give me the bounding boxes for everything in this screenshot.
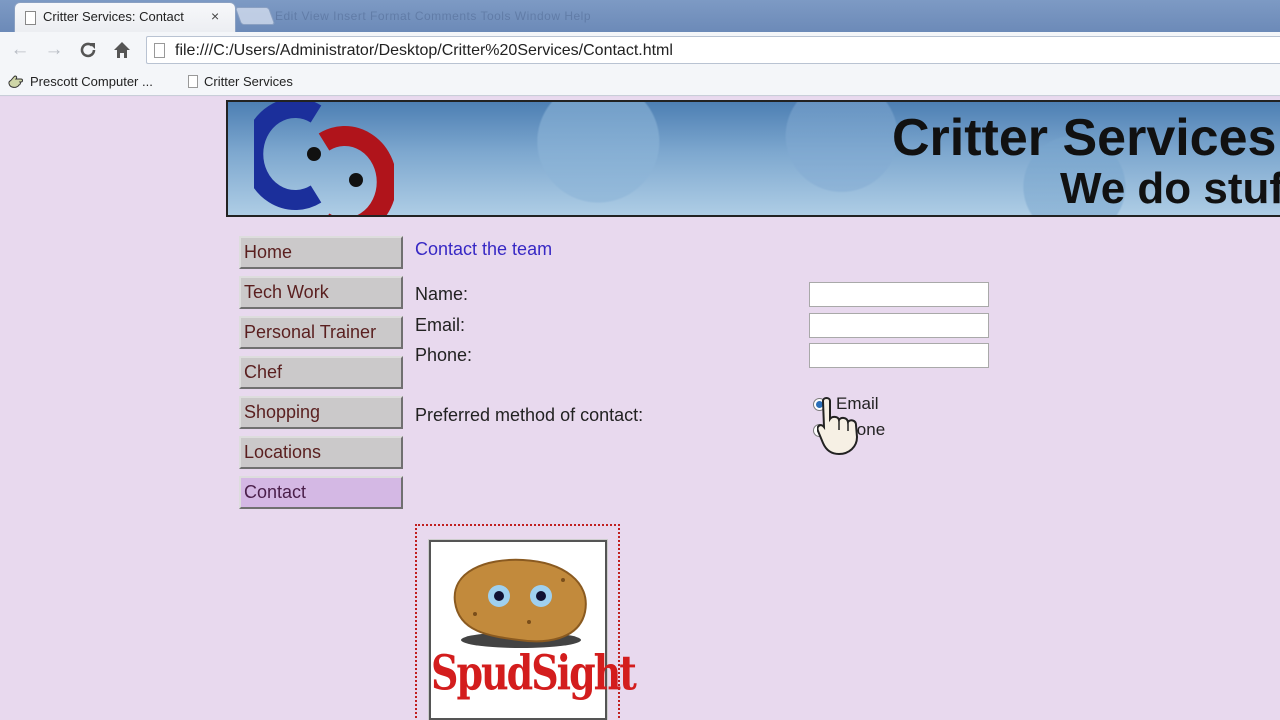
page-content: Critter Services We do stuff Home Tech W…: [0, 97, 1280, 720]
nav-tech-work[interactable]: Tech Work: [239, 276, 403, 309]
back-arrow-icon[interactable]: ←: [8, 38, 32, 62]
name-label: Name:: [415, 284, 469, 304]
background-window-menu: Edit View Insert Format Comments Tools W…: [275, 9, 591, 23]
bookmark-critter-services[interactable]: Critter Services: [188, 74, 293, 89]
bookmark-label: Prescott Computer ...: [30, 74, 153, 89]
page-title: Contact the team: [415, 239, 553, 259]
nav-contact[interactable]: Contact: [239, 476, 403, 509]
nav-personal-trainer[interactable]: Personal Trainer: [239, 316, 403, 349]
email-label: Email:: [415, 315, 466, 335]
spudsight-ad[interactable]: SpudSight: [415, 524, 637, 720]
close-icon[interactable]: ×: [211, 8, 219, 24]
address-bar[interactable]: file:///C:/Users/Administrator/Desktop/C…: [146, 36, 1280, 64]
bookmark-prescott-computer[interactable]: Prescott Computer ...: [8, 74, 153, 89]
preferred-contact-label: Preferred method of contact:: [415, 405, 644, 425]
critter-logo-icon: [254, 102, 394, 215]
potato-icon: [453, 558, 587, 648]
name-field[interactable]: [809, 282, 989, 307]
bookmark-label: Critter Services: [204, 74, 293, 89]
site-banner: Critter Services We do stuff: [226, 100, 1280, 217]
nav-locations[interactable]: Locations: [239, 436, 403, 469]
radio-email[interactable]: [813, 398, 826, 411]
phone-field[interactable]: [809, 343, 989, 368]
page-icon: [25, 11, 36, 25]
browser-tab-active[interactable]: Critter Services: Contact ×: [14, 2, 236, 32]
email-field[interactable]: [809, 313, 989, 338]
radio-email-label[interactable]: Email: [836, 394, 879, 414]
url-text[interactable]: file:///C:/Users/Administrator/Desktop/C…: [175, 42, 673, 60]
nav-chef[interactable]: Chef: [239, 356, 403, 389]
page-icon: [188, 75, 198, 88]
site-nav: Home Tech Work Personal Trainer Chef Sho…: [239, 236, 403, 516]
page-icon: [154, 43, 165, 58]
site-tagline: We do stuff: [1060, 164, 1280, 213]
reload-icon[interactable]: [76, 38, 100, 62]
radio-phone-label[interactable]: Phone: [836, 420, 885, 440]
new-tab-button[interactable]: [234, 7, 276, 25]
browser-tabstrip: Critter Services: Contact × Edit View In…: [0, 0, 1280, 32]
bookmarks-bar: Prescott Computer ... Critter Services: [0, 68, 1280, 96]
spudsight-image: SpudSight: [428, 539, 637, 720]
spudsight-logo-text: SpudSight: [431, 644, 637, 701]
radio-phone[interactable]: [813, 424, 826, 437]
browser-toolbar: ← → file:///C:/Users/Administrator/Deskt…: [0, 32, 1280, 68]
home-icon[interactable]: [110, 38, 134, 62]
nav-home[interactable]: Home: [239, 236, 403, 269]
forward-arrow-icon[interactable]: →: [42, 38, 66, 62]
site-title: Critter Services: [892, 109, 1277, 167]
tab-title: Critter Services: Contact: [43, 9, 184, 24]
phone-label: Phone:: [415, 345, 473, 365]
hand-icon: [8, 75, 23, 88]
nav-shopping[interactable]: Shopping: [239, 396, 403, 429]
